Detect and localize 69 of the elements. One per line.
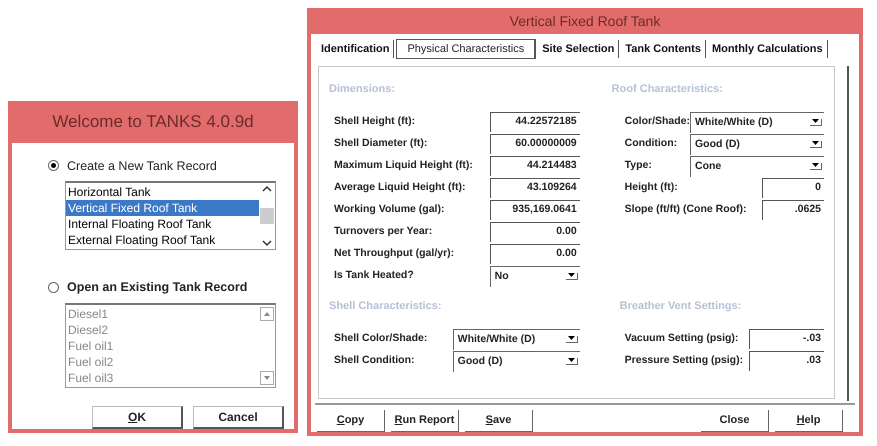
field-label: Color/Shade: [624,114,690,128]
field-label: Pressure Setting (psig): [624,352,744,368]
window-title: Vertical Fixed Roof Tank [508,12,662,30]
field-label: Is Tank Heated? [334,268,414,282]
dropdown[interactable]: White/White (D) [690,112,824,132]
list-item[interactable]: External Floating Roof Tank [66,232,259,248]
input-field[interactable]: 44.214483 [490,156,580,176]
field-label: Working Volume (gal): [334,202,444,216]
scroll-up-icon[interactable] [262,185,272,194]
scroll-thumb[interactable] [260,208,274,224]
input-field[interactable]: 60.00000009 [490,134,580,154]
tab[interactable]: Monthly Calculations [708,40,828,58]
field-label: Average Liquid Height (ft): [334,180,466,194]
dropdown-caret-icon [568,273,575,277]
field-label: Maximum Liquid Height (ft): [334,158,473,172]
field-label: Condition: [624,136,678,150]
radio-label[interactable]: Create a New Tank Record [67,156,217,176]
tab[interactable]: Tank Contents [621,40,706,58]
section-heading: Shell Characteristics: [329,299,442,314]
field-label: Net Throughput (gal/yr): [334,246,454,260]
input-field[interactable]: .0625 [762,200,824,220]
list-item[interactable]: Horizontal Tank [66,184,259,200]
dropdown[interactable]: Good (D) [690,134,824,154]
field-label: Slope (ft/ft) (Cone Roof): [624,202,747,216]
field-label: Shell Condition: [334,352,414,368]
radio-button[interactable] [48,282,59,294]
dropdown-caret-icon [568,358,575,362]
list-item[interactable]: Vertical Fixed Roof Tank [66,200,259,216]
field-label: Shell Color/Shade: [334,330,428,346]
field-label: Shell Diameter (ft): [334,136,428,150]
input-field[interactable]: 0.00 [490,222,580,242]
input-field[interactable]: 0.00 [490,244,580,264]
tab[interactable]: Physical Characteristics [396,39,536,59]
field-label: Height (ft): [624,180,678,194]
dropdown[interactable]: Cone [690,156,824,176]
input-field[interactable]: .03 [749,350,824,370]
input-field[interactable]: -.03 [749,328,824,348]
field-label: Shell Height (ft): [334,114,416,128]
input-field[interactable]: 44.22572185 [490,112,580,132]
radio-label[interactable]: Open an Existing Tank Record [67,278,248,297]
field-label: Type: [624,158,652,172]
tab[interactable]: Site Selection [538,40,620,58]
input-field[interactable]: 43.109264 [490,178,580,198]
dialog-button[interactable]: OK [92,406,183,429]
section-heading: Breather Vent Settings: [620,299,742,314]
section-heading: Dimensions: [329,82,396,97]
tab[interactable]: Identification [317,40,394,58]
input-field[interactable]: 935,169.0641 [490,200,580,220]
field-label: Vacuum Setting (psig): [624,330,738,346]
dialog-button[interactable]: Help [775,410,843,432]
section-heading: Roof Characteristics: [612,82,723,97]
dialog-button[interactable]: Copy [317,410,385,432]
field-label: Turnovers per Year: [334,224,432,238]
dropdown-caret-icon [812,141,819,145]
dropdown-caret-icon [812,119,819,123]
dialog-button[interactable]: Save [465,410,533,432]
radio-button[interactable] [48,160,59,172]
dropdown[interactable]: No [490,266,580,286]
dropdown-caret-icon [812,163,819,167]
dialog-button[interactable]: Cancel [193,406,284,429]
dialog-button[interactable]: Close [701,410,769,432]
dropdown[interactable]: White/White (D) [452,328,580,350]
dialog-button[interactable]: Run Report [391,410,459,432]
input-field[interactable]: 0 [762,178,824,198]
dropdown-caret-icon [568,336,575,340]
scroll-down-icon[interactable] [262,239,272,248]
list-item[interactable]: Internal Floating Roof Tank [66,216,259,232]
window-title: Welcome to TANKS 4.0.9d [51,111,255,133]
dropdown[interactable]: Good (D) [452,350,580,372]
